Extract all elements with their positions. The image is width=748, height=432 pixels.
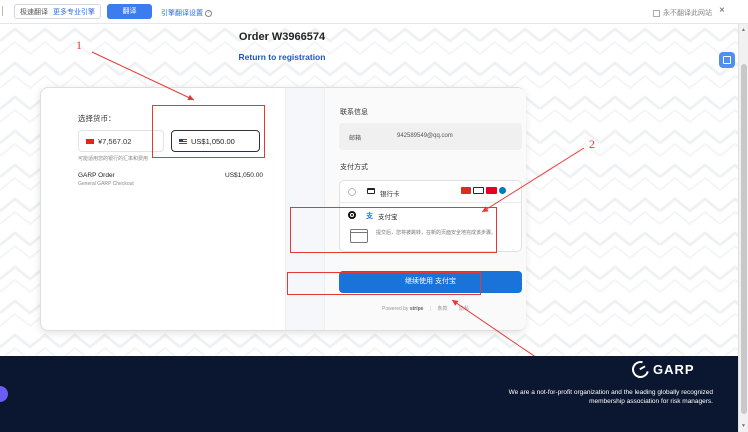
email-field[interactable]: 邮箱 942589549@qq.com (339, 123, 522, 150)
translate-mode-selector[interactable]: 极速翻译 更多专业引擎 (14, 4, 101, 19)
engine-settings-label: 引擎翻译设置 (161, 10, 203, 17)
scroll-down-icon[interactable]: ▼ (741, 423, 746, 429)
translate-button[interactable]: 翻译 (107, 4, 152, 19)
product-name: GARP Order (78, 172, 115, 179)
cny-amount: ¥7,567.02 (98, 136, 132, 146)
engine-settings-link[interactable]: 引擎翻译设置 ? (161, 8, 212, 18)
chat-bubble-icon[interactable] (0, 386, 8, 402)
garp-mark-icon (628, 357, 653, 382)
garp-logo: GARP (628, 357, 712, 382)
annotation-box-pay-button (287, 272, 481, 295)
china-flag-icon (86, 138, 94, 144)
stripe-footer: Powered by stripe | 条款 隐私 (382, 306, 469, 312)
email-label: 邮箱 (349, 136, 362, 142)
annotation-number-2: 2 (589, 137, 595, 151)
never-translate-option[interactable]: 永不翻译此网站 (653, 8, 712, 18)
never-translate-checkbox[interactable] (653, 9, 660, 17)
return-to-registration-link[interactable]: Return to registration (0, 52, 564, 62)
payment-option-card[interactable]: 银行卡 (340, 181, 521, 203)
card-radio[interactable] (348, 188, 356, 196)
terms-link[interactable]: 条款 (438, 306, 448, 312)
never-translate-label: 永不翻译此网站 (663, 10, 712, 17)
currency-note: 可能适用您的银行的汇率和费用 (78, 156, 149, 162)
translate-mode-label: 极速翻译 (20, 8, 48, 16)
side-panel-button[interactable] (719, 52, 735, 68)
visa-icon (473, 187, 484, 194)
site-footer: GARP We are a not-for-profit organizatio… (0, 356, 738, 432)
garp-wordmark: GARP (653, 362, 695, 377)
annotation-box-currency (152, 105, 265, 158)
annotation-number-1: 1 (76, 38, 82, 52)
toolbar-divider (2, 6, 10, 16)
contact-heading: 联系信息 (340, 109, 368, 116)
card-option-label: 银行卡 (380, 191, 400, 198)
payment-heading: 支付方式 (340, 164, 368, 171)
translate-toolbar: 极速翻译 更多专业引擎 翻译 引擎翻译设置 ? 永不翻译此网站 × (0, 0, 748, 24)
scroll-up-icon[interactable]: ▲ (741, 27, 746, 33)
privacy-link[interactable]: 隐私 (459, 306, 469, 312)
unionpay-icon (461, 187, 471, 194)
stripe-logo: stripe (409, 306, 424, 312)
mastercard-icon (486, 187, 497, 194)
product-price: US$1,050.00 (225, 172, 263, 179)
order-title: Order W3966574 (238, 31, 326, 43)
footer-tagline: We are a not-for-profit organization and… (508, 389, 713, 405)
powered-by-label: Powered by (382, 306, 409, 312)
credit-card-icon (367, 188, 375, 194)
help-icon[interactable]: ? (205, 9, 212, 17)
currency-label: 选择货币： (78, 114, 116, 123)
product-subtitle: General GARP Checkout (78, 181, 134, 187)
more-engines-link[interactable]: 更多专业引擎 (53, 7, 95, 17)
email-value: 942589549@qq.com (397, 133, 453, 139)
annotation-box-alipay (290, 207, 497, 253)
document-icon (723, 56, 731, 64)
close-icon[interactable]: × (719, 5, 725, 16)
scrollbar[interactable]: ▲ ▼ (738, 24, 748, 432)
scrollbar-thumb[interactable] (741, 64, 747, 414)
diners-icon (499, 187, 506, 194)
